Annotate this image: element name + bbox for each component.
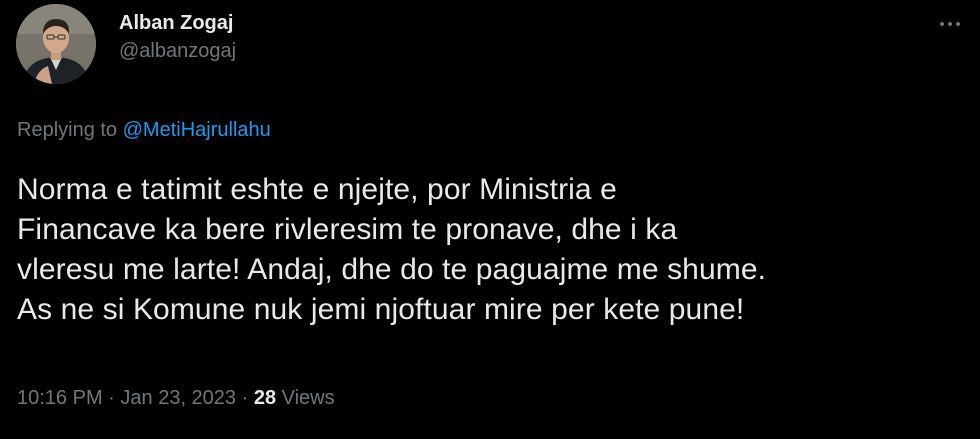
avatar[interactable] — [16, 4, 96, 84]
tweet-metadata: 10:16 PM · Jan 23, 2023 · 28 Views — [17, 385, 335, 411]
meta-separator: · — [236, 387, 254, 409]
meta-separator: · — [102, 387, 121, 409]
views-label: Views — [276, 387, 335, 409]
tweet-text-line: Financave ka bere rivleresim te pronave,… — [17, 213, 678, 246]
more-horizontal-icon — [956, 22, 960, 26]
tweet-date[interactable]: Jan 23, 2023 — [120, 387, 236, 409]
author-block: Alban Zogaj @albanzogaj — [119, 10, 236, 64]
profile-photo — [16, 4, 96, 84]
tweet-time[interactable]: 10:16 PM — [17, 387, 103, 409]
tweet-text-line: vleresu me larte! Andaj, dhe do te pagua… — [17, 253, 767, 286]
author-handle[interactable]: @albanzogaj — [119, 38, 236, 64]
replying-to-prefix: Replying to — [17, 119, 123, 141]
views-count: 28 — [253, 387, 277, 409]
reply-mention-link[interactable]: @MetiHajrullahu — [123, 119, 271, 141]
tweet-text: Norma e tatimit eshte e njejte, por Mini… — [17, 170, 972, 330]
tweet-text-line: Norma e tatimit eshte e njejte, por Mini… — [17, 173, 617, 206]
more-horizontal-icon — [940, 22, 944, 26]
tweet: Alban Zogaj @albanzogaj Replying to @Met… — [0, 0, 980, 439]
tweet-text-line: As ne si Komune nuk jemi njoftuar mire p… — [17, 293, 745, 326]
author-display-name[interactable]: Alban Zogaj — [119, 10, 236, 36]
more-horizontal-icon — [948, 22, 952, 26]
replying-to: Replying to @MetiHajrullahu — [17, 117, 271, 143]
more-options-button[interactable] — [934, 12, 966, 36]
